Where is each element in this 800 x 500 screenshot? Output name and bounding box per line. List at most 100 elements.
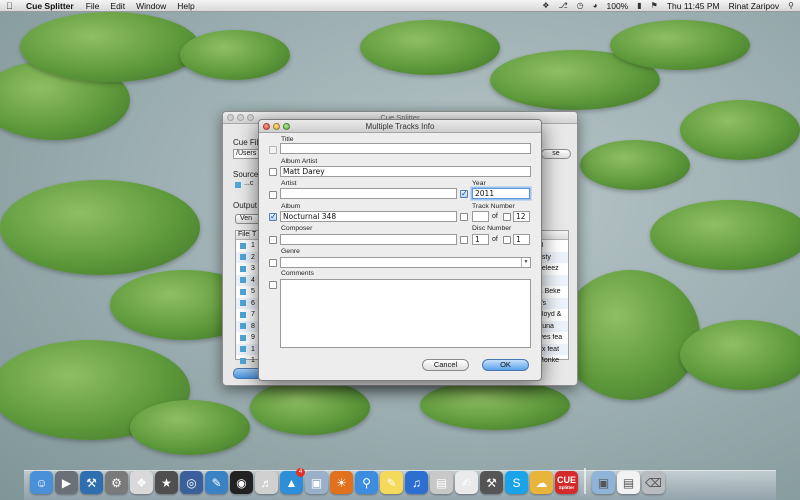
ok-button[interactable]: OK — [482, 359, 529, 371]
row-checkbox[interactable] — [240, 300, 246, 307]
title-checkbox[interactable] — [269, 146, 277, 154]
menu-help[interactable]: Help — [177, 1, 194, 11]
track-number-field[interactable] — [472, 211, 489, 222]
trash-icon[interactable]: ⌫ — [642, 471, 665, 494]
row-artist-fragment: Lloyd & — [538, 311, 562, 319]
column-header-file[interactable]: File — [236, 231, 250, 239]
album-artist-field[interactable]: Matt Darey — [280, 166, 531, 177]
stickies-icon[interactable]: ✎ — [380, 471, 403, 494]
menu-window[interactable]: Window — [136, 1, 166, 11]
zoom-icon[interactable] — [283, 122, 290, 130]
disc-number-checkbox[interactable] — [460, 236, 468, 244]
browse-button[interactable]: se — [541, 149, 571, 159]
source-value: ...c — [244, 180, 254, 187]
dropbox-icon[interactable]: ❖ — [542, 1, 549, 10]
year-field[interactable]: 2011 — [472, 188, 530, 199]
menu-file[interactable]: File — [86, 1, 100, 11]
minimize-icon[interactable] — [273, 122, 280, 130]
title-field[interactable] — [280, 143, 531, 154]
track-number-checkbox[interactable] — [460, 213, 468, 221]
lily-pad — [360, 20, 500, 75]
skype-icon[interactable]: S — [505, 471, 528, 494]
disc-number-field[interactable]: 1 — [472, 234, 489, 245]
safari-icon[interactable]: ⚲ — [355, 471, 378, 494]
activity-monitor-icon[interactable]: ▤ — [430, 471, 453, 494]
album-artist-checkbox[interactable] — [269, 168, 277, 176]
documents-icon[interactable]: ▤ — [617, 471, 640, 494]
disc-total-checkbox[interactable] — [503, 236, 511, 244]
row-artist-fragment: al — [538, 242, 568, 249]
menu-edit[interactable]: Edit — [110, 1, 125, 11]
menu-user[interactable]: Rinat Zaripov — [729, 1, 780, 11]
track-number-label: Track Number — [472, 203, 515, 210]
photo-booth-icon[interactable]: ◉ — [230, 471, 253, 494]
utility-icon[interactable]: ⚒ — [480, 471, 503, 494]
bluetooth-icon[interactable]: ⎇ — [558, 1, 567, 10]
textedit-icon[interactable]: ✍ — [455, 471, 478, 494]
battery-icon[interactable]: ▮ — [637, 1, 641, 10]
artist-checkbox[interactable] — [269, 191, 277, 199]
row-checkbox[interactable] — [240, 334, 246, 341]
font-book-icon[interactable]: ❖ — [130, 471, 153, 494]
cancel-button[interactable]: Cancel — [422, 359, 469, 371]
album-checkbox[interactable]: ✓ — [269, 213, 277, 221]
webradio-icon[interactable]: ☁ — [530, 471, 553, 494]
system-preferences-icon[interactable]: ⚙ — [105, 471, 128, 494]
wifi-icon[interactable]: ◕ — [593, 1, 598, 10]
preview-icon[interactable]: ▣ — [305, 471, 328, 494]
composer-label: Composer — [281, 225, 313, 232]
time-machine-icon[interactable]: ◷ — [577, 1, 584, 10]
app-store-icon[interactable]: ▲ 4 — [280, 468, 305, 494]
instruments-icon[interactable]: ◎ — [180, 471, 203, 494]
genre-select[interactable]: ▼ — [280, 257, 531, 268]
row-checkbox[interactable] — [240, 242, 246, 249]
lily-pad — [0, 180, 200, 275]
apple-menu-icon[interactable]:  — [6, 1, 16, 11]
row-checkbox[interactable] — [240, 265, 246, 272]
genre-label: Genre — [281, 248, 300, 255]
comments-field[interactable] — [280, 279, 531, 348]
composer-field[interactable] — [280, 234, 457, 245]
flag-icon[interactable]: ⚑ — [651, 1, 658, 10]
cue-splitter-icon[interactable]: CUE Splitter — [555, 471, 578, 494]
zoom-icon[interactable] — [247, 114, 254, 121]
row-checkbox[interactable] — [240, 277, 246, 284]
track-of-label: of — [492, 213, 498, 220]
firefox-icon[interactable]: ☀ — [330, 471, 353, 494]
genre-checkbox[interactable] — [269, 259, 277, 267]
spotlight-icon[interactable]: ⚲ — [788, 1, 794, 10]
close-icon[interactable] — [263, 122, 270, 130]
track-total-field[interactable]: 12 — [513, 211, 530, 222]
window-controls — [227, 114, 254, 121]
year-checkbox[interactable]: ✓ — [460, 190, 468, 198]
minimize-icon[interactable] — [237, 114, 244, 121]
row-checkbox[interactable] — [240, 323, 246, 330]
accessibility-inspector-icon[interactable]: ✎ — [205, 471, 228, 494]
row-checkbox[interactable] — [240, 357, 246, 364]
applications-icon[interactable]: ▣ — [592, 471, 615, 494]
audio-midi-setup-icon[interactable]: ♬ — [255, 471, 278, 494]
track-total-checkbox[interactable] — [503, 213, 511, 221]
dictionary-icon[interactable]: ★ — [155, 471, 178, 494]
lily-pad — [180, 30, 290, 80]
menu-app-name[interactable]: Cue Splitter — [26, 1, 74, 11]
launchpad-icon[interactable]: ▶ — [55, 471, 78, 494]
row-checkbox[interactable] — [240, 311, 246, 318]
finder-icon[interactable]: ☺ — [30, 471, 53, 494]
artist-field[interactable] — [280, 188, 457, 199]
itunes-icon[interactable]: ♫ — [405, 471, 428, 494]
row-checkbox[interactable] — [240, 254, 246, 261]
battery-percent[interactable]: 100% — [606, 1, 628, 11]
xcode-icon[interactable]: ⚒ — [80, 471, 103, 494]
row-checkbox[interactable] — [240, 288, 246, 295]
close-icon[interactable] — [227, 114, 234, 121]
dialog-window-controls — [263, 122, 290, 130]
menu-clock[interactable]: Thu 11:45 PM — [667, 1, 720, 11]
year-label: Year — [472, 180, 486, 187]
row-checkbox[interactable] — [240, 346, 246, 353]
album-field[interactable]: Nocturnal 348 — [280, 211, 457, 222]
comments-checkbox[interactable] — [269, 281, 277, 289]
composer-checkbox[interactable] — [269, 236, 277, 244]
dialog-titlebar[interactable]: Multiple Tracks Info — [259, 120, 541, 133]
disc-total-field[interactable]: 1 — [513, 234, 530, 245]
